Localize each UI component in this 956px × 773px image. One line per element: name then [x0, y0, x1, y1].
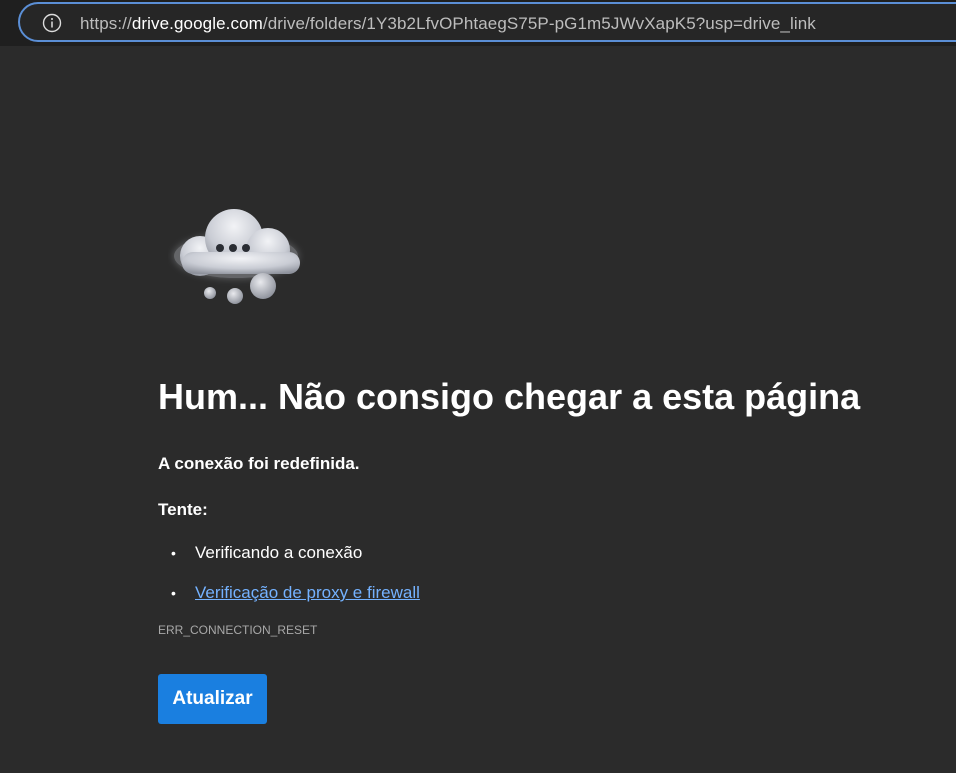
refresh-button[interactable]: Atualizar [158, 674, 267, 724]
suggestion-check-proxy-firewall: • Verificação de proxy e firewall [158, 582, 948, 604]
try-label: Tente: [158, 500, 208, 519]
page-title: Hum... Não consigo chegar a esta página [158, 376, 861, 417]
url-scheme: https:// [80, 14, 132, 33]
url-text[interactable]: https://drive.google.com/drive/folders/1… [80, 14, 816, 34]
proxy-firewall-link[interactable]: Verificação de proxy e firewall [195, 583, 420, 602]
info-circle-icon[interactable] [42, 13, 62, 33]
bullet-icon: • [171, 585, 176, 601]
suggestion-check-connection: • Verificando a conexão [158, 542, 948, 564]
suggestions-list: • Verificando a conexão • Verificação de… [158, 542, 948, 604]
browser-toolbar: https://drive.google.com/drive/folders/1… [0, 0, 956, 46]
address-bar[interactable]: https://drive.google.com/drive/folders/1… [18, 2, 956, 42]
bullet-icon: • [171, 545, 176, 561]
url-host: drive.google.com [131, 14, 263, 33]
url-path: /drive/folders/1Y3b2LfvOPhtaegS75P-pG1m5… [262, 14, 816, 33]
error-content: Hum... Não consigo chegar a esta página … [158, 370, 948, 724]
error-subtitle: A conexão foi redefinida. [158, 454, 360, 473]
suggestion-label: Verificando a conexão [195, 543, 363, 562]
cloud-with-dots-icon [168, 200, 308, 312]
error-code: ERR_CONNECTION_RESET [158, 623, 318, 637]
